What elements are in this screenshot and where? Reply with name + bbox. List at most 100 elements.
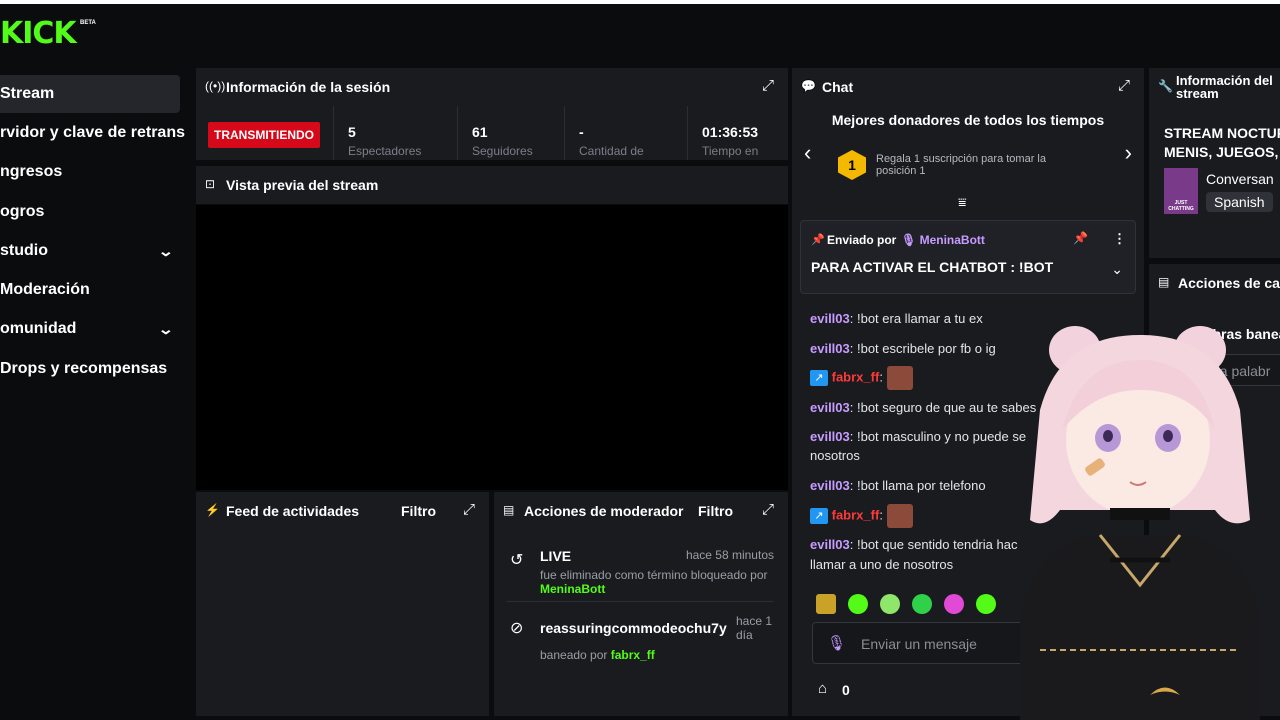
stat-uptime: 01:36:53 Tiempo en [687, 106, 788, 160]
bolt-icon: ▤ [1158, 275, 1170, 289]
collapse-icon[interactable]: ⩸ [958, 194, 967, 211]
chevron-down-icon[interactable]: ⌄ [1111, 261, 1123, 278]
unpin-icon[interactable]: 📌 [1073, 231, 1088, 245]
emote-icon[interactable] [976, 594, 996, 614]
beta-label: BETA [80, 20, 96, 26]
desc-text: baneado por [540, 648, 608, 662]
sidebar-item-label: rvidor y clave de retransm [0, 124, 186, 141]
language-tag: Spanish [1206, 192, 1273, 212]
chat-username[interactable]: evill03 [810, 400, 850, 415]
expand-icon[interactable]: ⤢ [762, 501, 774, 518]
mod-entry-desc: baneado por fabrx_ff [540, 648, 655, 662]
desc-text: fue eliminado como término bloqueado [540, 568, 747, 582]
pinned-user[interactable]: 🎙 MeninaBott [901, 233, 985, 247]
chat-username[interactable]: evill03 [810, 537, 850, 552]
chat-username[interactable]: fabrx_ff [832, 507, 880, 522]
chat-input-placeholder: Enviar un mensaje [861, 636, 977, 652]
sidebar-item-label: ogros [0, 203, 45, 220]
chat-text: nosotros [810, 448, 860, 463]
chat-text: : !bot era llamar a tu ex [849, 311, 983, 326]
list-icon: ▤ [503, 503, 515, 517]
sidebar-item-label: Drops y recompensas [0, 360, 168, 377]
emote-icon[interactable] [944, 594, 964, 614]
donors-title: Mejores donadores de todos los tiempos [831, 112, 1105, 128]
history-icon: ↺ [510, 552, 524, 569]
sidebar-item-label: Moderación [0, 281, 90, 298]
expand-icon[interactable]: ⤢ [762, 77, 774, 94]
sidebar-item-moderacion[interactable]: Moderación [0, 271, 186, 309]
panel-title: Información del stream [1176, 74, 1273, 100]
mod-entry-name: LIVE [540, 548, 572, 564]
emote-icon[interactable] [848, 594, 868, 614]
kick-badge-icon: ↗ [810, 370, 828, 386]
stream-title-line: STREAM NOCTUR [1164, 125, 1280, 141]
mod-user-link[interactable]: fabrx_ff [611, 648, 655, 662]
sidebar-item-ingresos[interactable]: ngresos [0, 153, 186, 191]
chat-username[interactable]: evill03 [810, 341, 850, 356]
pinned-user-name: MeninaBott [919, 233, 985, 247]
bolt-icon: ⚡ [205, 503, 220, 517]
more-icon[interactable]: ⋮ [1113, 231, 1126, 247]
mod-entry-time: hace 1 día [736, 614, 773, 642]
chat-text: : [879, 507, 883, 523]
chevron-right-icon[interactable]: › [1125, 140, 1132, 166]
chat-username[interactable]: evill03 [810, 429, 850, 444]
category-name[interactable]: Conversan [1206, 171, 1274, 187]
chat-message: ↗ fabrx_ff: [810, 366, 913, 390]
chat-message: evill03: !bot escribele por fb o ig [810, 339, 996, 358]
emote-icon [886, 504, 913, 528]
vtuber-avatar [1020, 326, 1260, 720]
stat-value: 01:36:53 [702, 124, 759, 140]
status-badge: TRANSMITIENDO [208, 122, 320, 148]
expand-icon[interactable]: ⤢ [1118, 77, 1130, 94]
kick-logo[interactable]: KICK [0, 18, 77, 50]
sidebar-item-label: Stream [0, 85, 55, 102]
filter-button[interactable]: Filtro [698, 503, 733, 519]
chat-username[interactable]: evill03 [810, 311, 850, 326]
chat-message: evill03: !bot que sentido tendria hac [810, 535, 1017, 554]
session-info-panel: ((•)) Información de la sesión ⤢ TRANSMI… [196, 68, 788, 160]
sidebar-item-server-key[interactable]: rvidor y clave de retransm [0, 114, 186, 152]
preview-panel-header: ⊡ Vista previa del stream [196, 166, 788, 204]
stream-preview[interactable] [196, 205, 788, 490]
store-icon[interactable]: ⌂ [818, 680, 827, 697]
title-line: stream [1176, 86, 1219, 101]
emote-icon [886, 366, 913, 390]
panel-title: Acciones de moderador [524, 503, 684, 519]
ban-icon: ⊘ [510, 620, 524, 637]
filter-button[interactable]: Filtro [401, 503, 436, 519]
chat-text: llamar a uno de nosotros [810, 557, 954, 572]
sidebar: Stream rvidor y clave de retransm ngreso… [0, 64, 192, 720]
mod-user-link[interactable]: MeninaBott [540, 582, 605, 596]
stat-label: Cantidad de [579, 144, 644, 158]
panel-title: Información de la sesión [226, 79, 391, 95]
pinned-text: PARA ACTIVAR EL CHATBOT : !BOT [811, 259, 1054, 275]
emote-icon[interactable] [912, 594, 932, 614]
emote-icon[interactable] [880, 594, 900, 614]
emote-bar [816, 594, 1008, 619]
chat-username[interactable]: fabrx_ff [832, 369, 880, 384]
expand-icon[interactable]: ⤢ [463, 501, 475, 518]
emote-icon[interactable] [816, 594, 836, 614]
sidebar-item-comunidad[interactable]: omunidad ⌄ [0, 310, 186, 348]
sidebar-item-drops[interactable]: Drops y recompensas [0, 350, 186, 388]
chevron-left-icon[interactable]: ‹ [804, 140, 811, 166]
stat-followers: 61 Seguidores [457, 106, 577, 160]
chat-text: : [879, 369, 883, 385]
sidebar-item-stream[interactable]: Stream [0, 75, 180, 113]
chat-message: nosotros [810, 446, 860, 465]
pinned-prefix: Enviado por [827, 233, 897, 247]
chat-text: : !bot que sentido tendria hac [849, 537, 1018, 552]
category-thumbnail[interactable]: JUST CHATTING [1164, 168, 1198, 214]
sidebar-item-estudio[interactable]: studio ⌄ [0, 232, 186, 270]
stat-value: 5 [348, 124, 356, 140]
chat-text: : !bot escribele por fb o ig [849, 341, 996, 356]
mod-actions-panel: ▤ Acciones de moderador Filtro ⤢ ↺ LIVE … [494, 492, 788, 716]
sidebar-item-logros[interactable]: ogros [0, 193, 186, 231]
chat-username[interactable]: evill03 [810, 478, 850, 493]
sidebar-item-label: studio [0, 242, 48, 259]
mod-entry-time: hace 58 minutos [685, 548, 774, 562]
mod-entry-name: reassuringcommodeochu7y [540, 620, 727, 636]
chat-message: evill03: !bot masculino y no puede se [810, 427, 1026, 446]
preview-icon: ⊡ [205, 177, 216, 191]
